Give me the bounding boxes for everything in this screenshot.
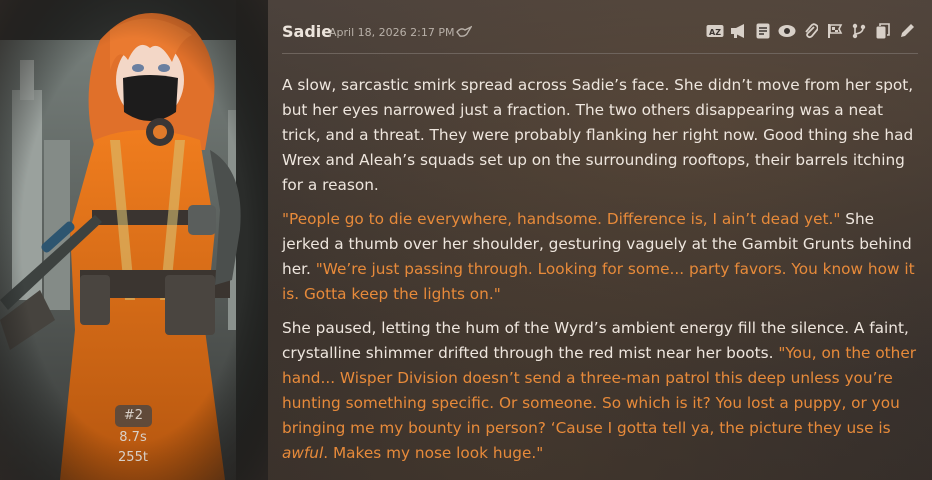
hide-icon[interactable]: [778, 22, 796, 40]
generation-time: 8.7s: [119, 430, 147, 445]
prompt-icon[interactable]: [754, 22, 772, 40]
message-paragraph: "People go to die everywhere, handsome. …: [282, 207, 922, 307]
bird-icon: [456, 24, 473, 43]
character-name[interactable]: Sadie: [282, 19, 332, 45]
dialogue-quote: . Makes my nose look huge.": [323, 444, 544, 462]
translate-icon[interactable]: AZ: [706, 22, 724, 40]
message-toolbar: AZ: [706, 22, 916, 40]
message-paragraph: A slow, sarcastic smirk spread across Sa…: [282, 73, 922, 198]
narration-text: A slow, sarcastic smirk spread across Sa…: [282, 76, 914, 194]
svg-text:AZ: AZ: [709, 28, 721, 37]
branch-icon[interactable]: [850, 22, 868, 40]
message-body: Sadie April 18, 2026 2:17 PM AZ A slow, …: [282, 0, 922, 480]
message-id-badge: #2: [115, 405, 152, 427]
dialogue-quote: "People go to die everywhere, handsome. …: [282, 210, 841, 228]
avatar-column: #2 8.7s 255t: [0, 0, 268, 480]
message-text: A slow, sarcastic smirk spread across Sa…: [282, 73, 922, 475]
edit-icon[interactable]: [898, 22, 916, 40]
flag-icon[interactable]: [826, 22, 844, 40]
copy-icon[interactable]: [874, 22, 892, 40]
dialogue-quote: "We’re just passing through. Looking for…: [282, 260, 915, 303]
header-divider: [282, 53, 918, 54]
message-header: Sadie April 18, 2026 2:17 PM AZ: [282, 19, 922, 45]
dialogue-quote: awful: [282, 444, 324, 462]
message-timestamp: April 18, 2026 2:17 PM: [329, 26, 455, 39]
token-count: 255t: [118, 450, 148, 465]
message-paragraph: She paused, letting the hum of the Wyrd’…: [282, 316, 922, 466]
narrate-icon[interactable]: [730, 22, 748, 40]
attach-icon[interactable]: [802, 22, 820, 40]
